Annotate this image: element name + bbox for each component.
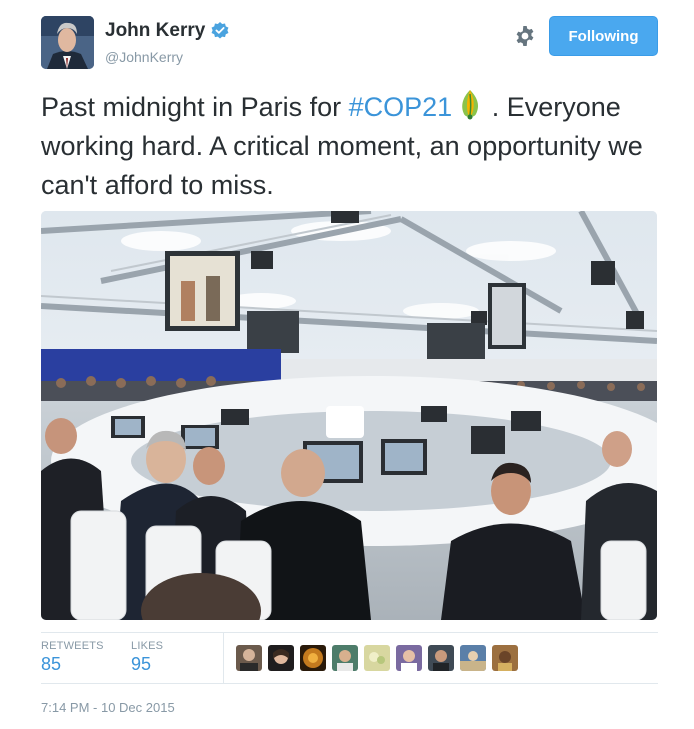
tweet-photo[interactable]	[41, 211, 657, 620]
liker-avatar[interactable]	[268, 645, 294, 671]
conference-hall-photo	[41, 211, 657, 620]
stats-bottom-divider	[41, 683, 658, 684]
likes-label: LIKES	[131, 640, 164, 652]
liker-avatar[interactable]	[332, 645, 358, 671]
avatar-image	[41, 16, 94, 69]
author-name[interactable]: John Kerry	[105, 20, 205, 42]
tweet-text-part1: Past midnight in Paris for	[41, 92, 349, 122]
liker-avatar[interactable]	[492, 645, 518, 671]
liker-avatar[interactable]	[364, 645, 390, 671]
liker-avatar[interactable]	[300, 645, 326, 671]
gear-icon[interactable]	[513, 24, 537, 48]
retweets-count[interactable]: 85	[41, 654, 61, 675]
likers-list	[236, 645, 518, 671]
retweets-label: RETWEETS	[41, 640, 104, 652]
tweet-timestamp[interactable]: 7:14 PM - 10 Dec 2015	[41, 700, 175, 715]
hashtag-link[interactable]: #COP21	[349, 92, 453, 122]
liker-avatar[interactable]	[396, 645, 422, 671]
liker-avatar[interactable]	[236, 645, 262, 671]
verified-badge-icon	[211, 22, 229, 39]
avatar[interactable]	[41, 16, 94, 69]
author-handle[interactable]: @JohnKerry	[105, 49, 183, 65]
stats-top-divider	[41, 632, 658, 633]
likes-count[interactable]: 95	[131, 654, 151, 675]
cop21-leaf-icon	[462, 90, 479, 120]
stats-separator	[223, 633, 224, 683]
liker-avatar[interactable]	[460, 645, 486, 671]
liker-avatar[interactable]	[428, 645, 454, 671]
following-button[interactable]: Following	[549, 16, 658, 56]
author-name-row[interactable]: John Kerry	[105, 20, 229, 42]
tweet-text: Past midnight in Paris for #COP21 . Ever…	[41, 88, 661, 205]
